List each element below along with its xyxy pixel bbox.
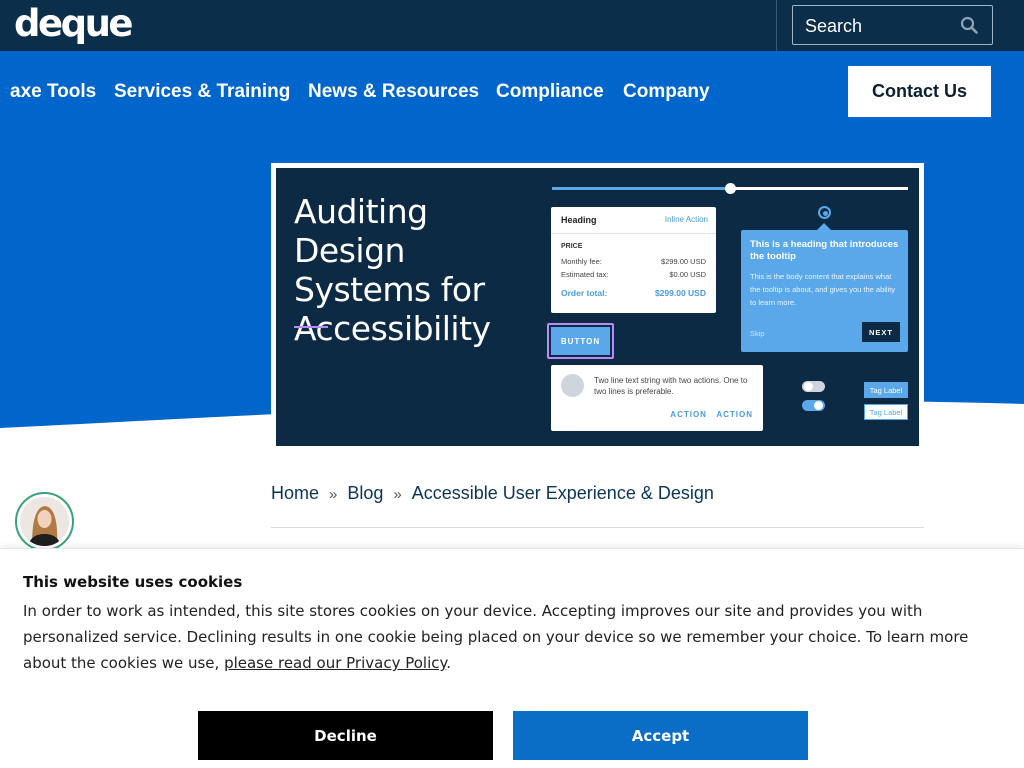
deque-logo[interactable]: deque [14, 3, 134, 45]
cookie-banner: This website uses cookies In order to wo… [0, 548, 1024, 768]
accent-line [294, 326, 328, 328]
tooltip-heading: This is a heading that introduces the to… [750, 239, 899, 262]
cookie-body-end: . [446, 654, 452, 672]
slider-knob [725, 183, 736, 194]
slider-fill [552, 187, 730, 190]
order-total: Order total: $299.00 USD [561, 288, 706, 298]
total-label: Order total: [561, 288, 608, 298]
top-bar: deque Search [0, 0, 1024, 51]
breadcrumb: Home » Blog » Accessible User Experience & D… [271, 483, 714, 504]
main-nav: axe Tools Services & Training News & Res… [0, 51, 1024, 133]
nav-item-compliance[interactable]: Compliance [496, 81, 604, 103]
person-icon [20, 497, 69, 546]
card-divider [551, 233, 716, 234]
tooltip-body: This is the body content that explains w… [750, 272, 896, 307]
search-icon[interactable] [960, 16, 978, 34]
hero-title: Auditing Design Systems for Accessibilit… [294, 192, 491, 348]
toggle-on-icon [802, 400, 825, 411]
total-value: $299.00 USD [654, 288, 706, 298]
breadcrumb-home[interactable]: Home [271, 483, 319, 503]
search-placeholder: Search [805, 16, 863, 36]
tooltip-arrow [817, 223, 831, 230]
toggle-off-icon [802, 381, 825, 392]
nav-item-company[interactable]: Company [623, 81, 710, 103]
search-input[interactable]: Search [792, 5, 993, 45]
accept-button[interactable]: Accept [513, 711, 808, 760]
decline-button[interactable]: Decline [198, 711, 493, 760]
row-label: Estimated tax: [561, 270, 609, 279]
tag-label-outline: Tag Label [864, 404, 908, 420]
breadcrumb-category[interactable]: Accessible User Experience & Design [412, 483, 714, 503]
tag-label-filled: Tag Label [864, 382, 908, 398]
cookie-title: This website uses cookies [23, 573, 243, 591]
breadcrumb-divider [271, 527, 924, 528]
price-row: Estimated tax: $0.00 USD [561, 270, 706, 279]
price-row: Monthly fee: $299.00 USD [561, 257, 706, 266]
row-value: $299.00 USD [660, 257, 706, 266]
radio-icon [818, 206, 831, 219]
hero-image-frame: Auditing Design Systems for Accessibilit… [271, 163, 924, 451]
nav-item-axe-tools[interactable]: axe Tools [10, 81, 96, 103]
tooltip-next-button: NEXT [862, 322, 900, 342]
row-value: $0.00 USD [669, 270, 706, 279]
inline-action: Inline Action [664, 215, 708, 224]
breadcrumb-separator: » [393, 486, 402, 503]
price-label: PRICE [561, 243, 583, 250]
cookie-body-text: In order to work as intended, this site … [23, 602, 969, 672]
privacy-policy-link[interactable]: please read our Privacy Policy [224, 654, 446, 672]
nav-item-news-resources[interactable]: News & Resources [308, 81, 479, 103]
card-heading: Heading [561, 215, 597, 225]
card-actions: ACTION ACTION [670, 410, 753, 419]
list-card: Two line text string with two actions. O… [551, 365, 763, 431]
author-avatar[interactable] [15, 492, 74, 551]
card-text: Two line text string with two actions. O… [594, 376, 748, 396]
avatar-placeholder [561, 374, 584, 397]
tooltip-skip: Skip [750, 329, 765, 338]
row-label: Monthly fee: [561, 257, 602, 266]
author-photo [20, 497, 69, 546]
sample-button: BUTTON [551, 327, 610, 355]
price-card: Heading Inline Action PRICE Monthly fee:… [551, 207, 716, 313]
contact-us-button[interactable]: Contact Us [848, 66, 991, 117]
hero-image: Auditing Design Systems for Accessibilit… [276, 168, 919, 446]
tooltip-sample: This is a heading that introduces the to… [741, 223, 908, 352]
breadcrumb-blog[interactable]: Blog [347, 483, 383, 503]
breadcrumb-separator: » [329, 486, 338, 503]
cookie-body: In order to work as intended, this site … [23, 598, 983, 676]
nav-item-services-training[interactable]: Services & Training [114, 81, 290, 103]
divider [776, 0, 777, 51]
